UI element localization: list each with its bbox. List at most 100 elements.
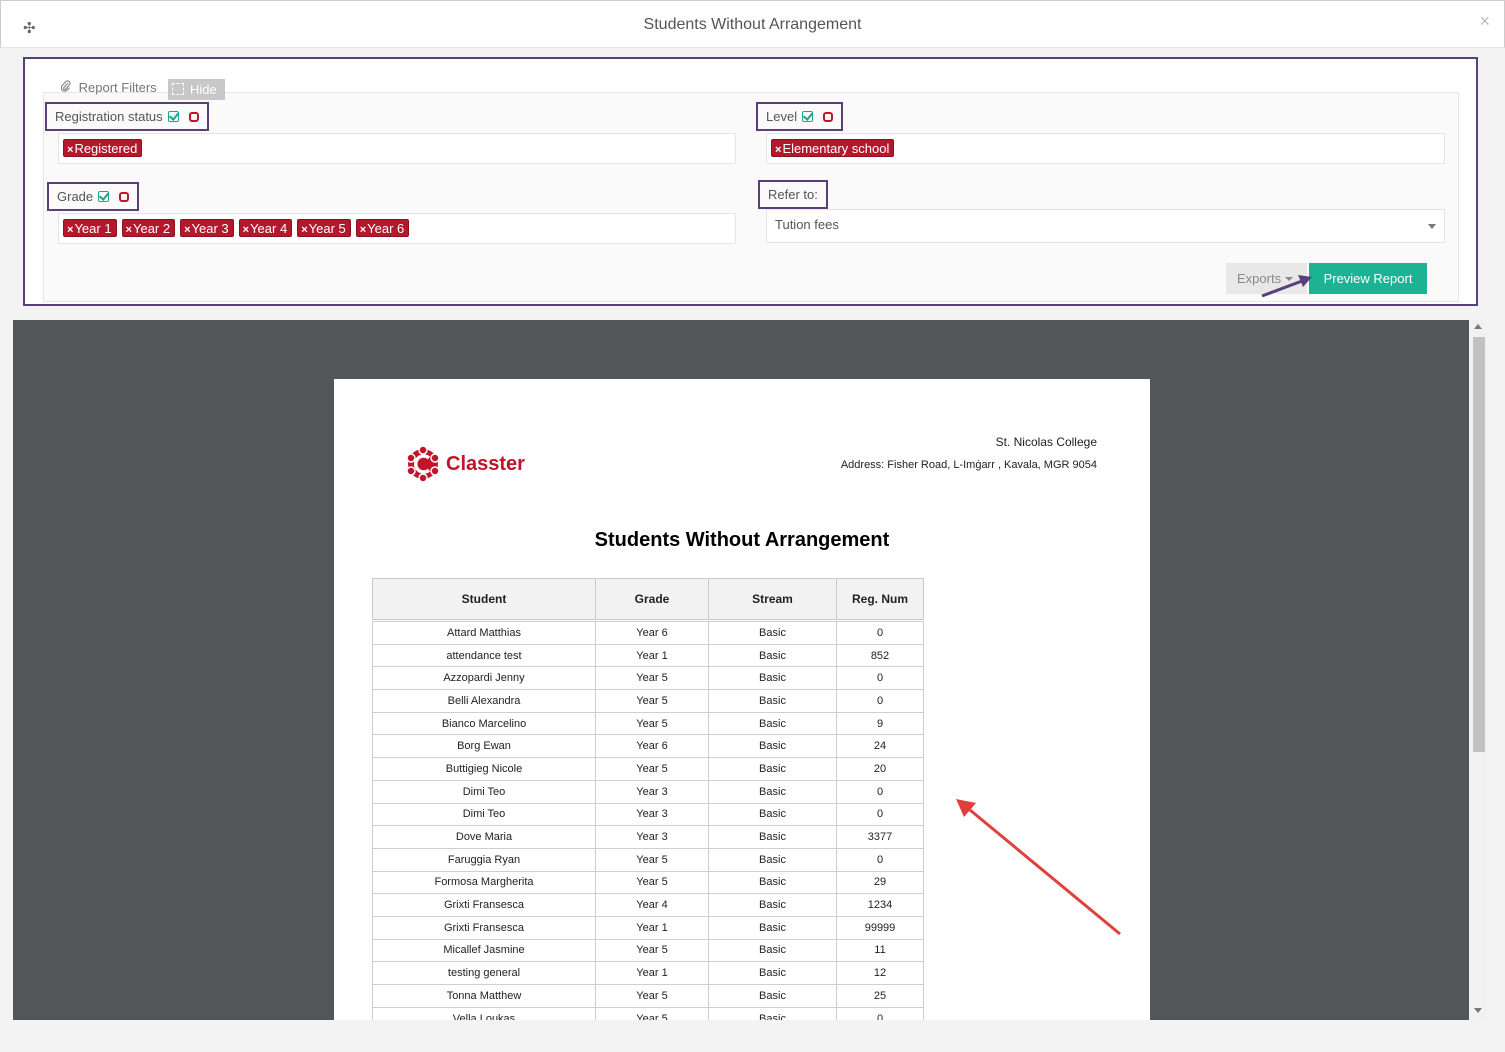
report-table: Student Grade Stream Reg. Num Attard Mat… (372, 578, 924, 1020)
collapse-icon (172, 83, 184, 95)
table-cell: Year 5 (595, 847, 709, 872)
column-header: Stream (708, 578, 837, 620)
remove-tag-icon[interactable]: × (775, 144, 781, 156)
report-filters-tab[interactable]: Report Filters (60, 80, 157, 95)
table-row: Azzopardi Jenny Year 5 Basic 0 (372, 666, 924, 691)
table-row: Dimi Teo Year 3 Basic 0 (372, 802, 924, 827)
remove-tag-icon[interactable]: × (67, 144, 73, 156)
table-cell: Year 3 (595, 779, 709, 804)
table-cell: Basic (708, 666, 837, 691)
column-header: Student (372, 578, 596, 620)
refer-to-value: Tution fees (775, 217, 839, 232)
table-cell: Basic (708, 734, 837, 759)
table-cell: Basic (708, 984, 837, 1008)
tag-year-5[interactable]: ×Year 5 (297, 219, 351, 237)
table-cell: Buttigieg Nicole (372, 757, 596, 781)
select-all-checkbox-icon[interactable] (167, 111, 179, 122)
table-cell: Tonna Matthew (372, 984, 596, 1008)
table-cell: Year 6 (595, 621, 709, 645)
tag-label: Year 2 (132, 221, 171, 236)
table-cell: Year 5 (595, 1006, 709, 1020)
table-cell: 3377 (836, 825, 924, 849)
select-all-checkbox-icon[interactable] (98, 191, 110, 202)
scroll-up-icon[interactable] (1474, 324, 1482, 329)
report-title: Students Without Arrangement (594, 529, 890, 551)
table-row: Attard Matthias Year 6 Basic 0 (372, 621, 924, 645)
table-cell: Dove Maria (372, 825, 596, 849)
level-label: Level (756, 102, 844, 131)
tag-year-4[interactable]: ×Year 4 (238, 219, 293, 237)
tag-registered[interactable]: ×Registered (63, 139, 143, 157)
level-select[interactable]: ×Elementary school (766, 133, 1445, 164)
table-cell: 9 (836, 711, 924, 736)
remove-tag-icon[interactable]: × (301, 224, 307, 236)
close-icon[interactable]: × (1479, 11, 1490, 32)
table-row: Buttigieg Nicole Year 5 Basic 20 (372, 757, 924, 781)
table-cell: Dimi Teo (372, 802, 596, 827)
school-address: Address: Fisher Road, L-Imġarr , Kavala,… (840, 459, 1097, 471)
table-cell: 1234 (836, 893, 924, 917)
table-cell: Basic (708, 779, 837, 804)
table-cell: 29 (836, 870, 924, 895)
preview-report-button[interactable]: Preview Report (1309, 263, 1427, 294)
table-row: Faruggia Ryan Year 5 Basic 0 (372, 847, 924, 872)
table-cell: Faruggia Ryan (372, 847, 596, 872)
table-row: Dimi Teo Year 3 Basic 0 (372, 779, 924, 804)
table-cell: Basic (708, 621, 837, 645)
table-cell: Basic (708, 757, 837, 781)
table-cell: Dimi Teo (372, 779, 596, 804)
grade-select[interactable]: ×Year 1 ×Year 2 ×Year 3 ×Year 4 ×Year 5 ×Year… (58, 213, 736, 244)
remove-tag-icon[interactable]: × (243, 224, 249, 236)
deselect-all-checkbox-icon[interactable] (188, 112, 199, 122)
modal-header: ✣ Students Without Arrangement × (0, 0, 1505, 48)
viewer-scrollbar-thumb[interactable] (1473, 337, 1485, 752)
remove-tag-icon[interactable]: × (184, 224, 190, 236)
tag-year-6[interactable]: ×Year 6 (355, 219, 410, 237)
table-cell: 0 (836, 847, 924, 872)
classter-logo: Classter (406, 445, 525, 483)
refer-to-select[interactable]: Tution fees (766, 209, 1445, 243)
select-all-checkbox-icon[interactable] (802, 111, 814, 122)
remove-tag-icon[interactable]: × (126, 224, 132, 236)
table-cell: Micallef Jasmine (372, 938, 596, 963)
scroll-down-icon[interactable] (1474, 1008, 1482, 1013)
deselect-all-checkbox-icon[interactable] (119, 192, 130, 202)
table-cell: Year 4 (595, 893, 709, 917)
table-cell: Basic (708, 711, 837, 736)
table-cell: 24 (836, 734, 924, 759)
refer-to-label: Refer to: (758, 180, 828, 209)
report-filters-label: Report Filters (78, 80, 157, 95)
table-cell: Bianco Marcelino (372, 711, 596, 736)
annotation-arrow-icon (1261, 275, 1312, 298)
table-cell: Azzopardi Jenny (372, 666, 596, 691)
table-cell: Year 3 (595, 825, 709, 849)
table-cell: Year 5 (595, 870, 709, 895)
grade-text: Grade (57, 189, 94, 204)
table-row: Vella Loukas Year 5 Basic 0 (372, 1006, 924, 1020)
table-cell: Year 1 (595, 643, 709, 668)
table-cell: testing general (372, 961, 596, 985)
table-cell: attendance test (372, 643, 596, 668)
table-cell: Year 1 (595, 961, 709, 985)
table-cell: 852 (836, 643, 924, 668)
table-cell: Basic (708, 938, 837, 963)
tag-year-2[interactable]: ×Year 2 (121, 219, 176, 237)
registration-status-select[interactable]: ×Registered (58, 133, 736, 164)
hide-label: Hide (190, 82, 217, 97)
classter-logo-icon (406, 446, 440, 482)
remove-tag-icon[interactable]: × (67, 224, 73, 236)
table-cell: 0 (836, 666, 924, 691)
table-cell: 0 (836, 621, 924, 645)
tag-elementary-school[interactable]: ×Elementary school (771, 139, 895, 157)
deselect-all-checkbox-icon[interactable] (823, 112, 834, 122)
hide-filters-button[interactable]: Hide (168, 79, 225, 100)
table-row: Bianco Marcelino Year 5 Basic 9 (372, 711, 924, 736)
table-cell: Basic (708, 1006, 837, 1020)
remove-tag-icon[interactable]: × (360, 224, 366, 236)
table-cell: Basic (708, 915, 837, 940)
registration-status-label: Registration status (45, 102, 209, 131)
table-row: Grixti Fransesca Year 1 Basic 99999 (372, 915, 924, 940)
tag-year-1[interactable]: ×Year 1 (63, 219, 117, 237)
tag-year-3[interactable]: ×Year 3 (180, 219, 234, 237)
column-header: Reg. Num (836, 578, 924, 620)
